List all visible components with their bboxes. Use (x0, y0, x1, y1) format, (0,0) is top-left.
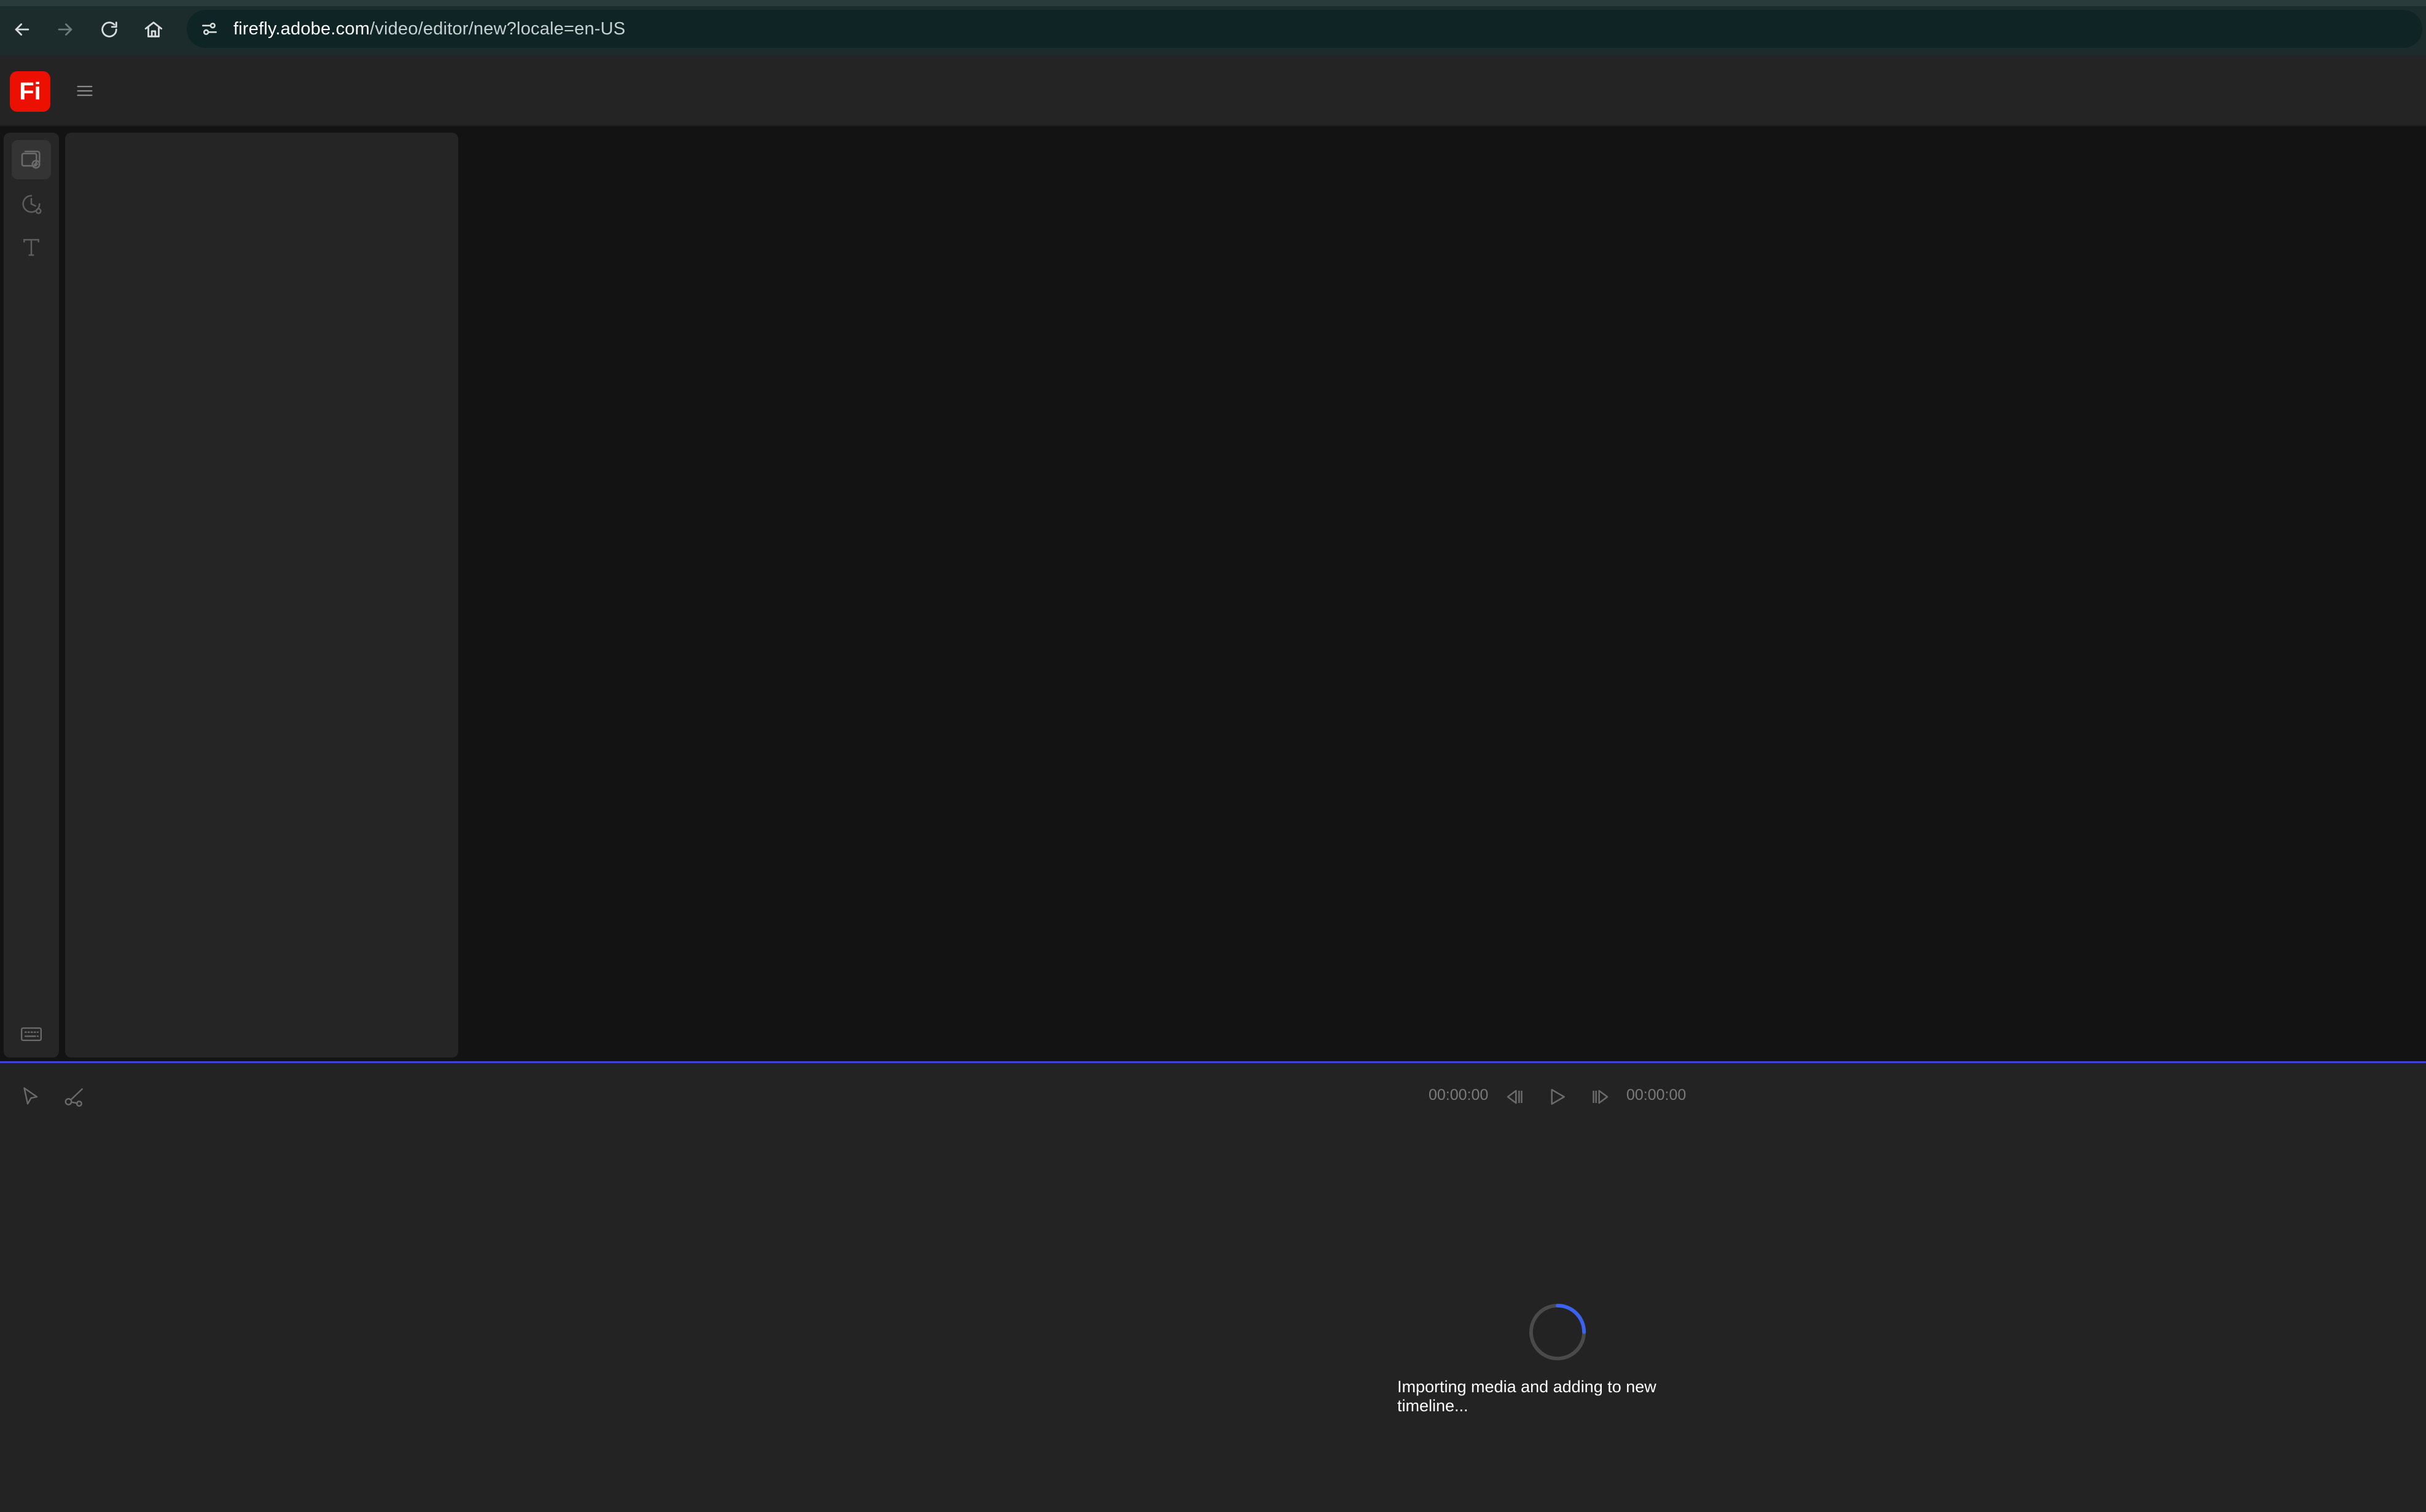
rail-recent-button[interactable] (12, 184, 51, 224)
select-tool-button[interactable] (15, 1081, 45, 1112)
rail-text-button[interactable] (12, 227, 51, 267)
menu-button[interactable] (72, 79, 97, 103)
loading-message: Importing media and adding to new timeli… (1397, 1378, 1656, 1415)
media-icon (21, 150, 41, 169)
recent-icon (22, 195, 42, 214)
step-back-icon (1507, 1089, 1523, 1104)
step-back-button[interactable] (1499, 1081, 1529, 1112)
keyboard-icon (21, 1027, 42, 1042)
hamburger-icon (77, 85, 93, 96)
browser-toolbar: firefly.adobe.com/video/editor/new?local… (0, 0, 2426, 61)
razor-tool-button[interactable] (59, 1081, 90, 1112)
url-host: firefly.adobe.com (233, 18, 370, 39)
reload-icon (101, 21, 117, 37)
site-info-button[interactable] (190, 10, 228, 48)
razor-icon (64, 1088, 83, 1107)
step-forward-icon (1593, 1089, 1609, 1104)
play-button[interactable] (1542, 1081, 1572, 1112)
spinner-icon (1529, 1303, 1586, 1361)
select-icon (23, 1087, 38, 1105)
url-path: /video/editor/new?locale=en-US (370, 18, 626, 39)
reload-button[interactable] (92, 12, 127, 47)
tune-icon (202, 23, 217, 35)
url-text[interactable]: firefly.adobe.com/video/editor/new?local… (233, 19, 625, 39)
firefly-logo[interactable]: Fi (10, 71, 50, 112)
current-timecode: 00:00:00 (1429, 1086, 1489, 1104)
play-icon (1551, 1089, 1565, 1105)
preview-canvas (464, 127, 2426, 1061)
app-header: Fi (0, 55, 2426, 127)
side-panel (65, 133, 458, 1058)
loading-spinner (1527, 1302, 1588, 1362)
left-rail (4, 133, 59, 1058)
address-bar[interactable]: firefly.adobe.com/video/editor/new?local… (187, 10, 2422, 48)
arrow-left-icon (15, 23, 29, 36)
rail-media-button[interactable] (12, 140, 51, 179)
text-icon (23, 239, 39, 256)
arrow-right-icon (58, 23, 72, 36)
keyboard-shortcuts-button[interactable] (12, 1015, 51, 1054)
total-timecode: 00:00:00 (1626, 1086, 1687, 1104)
timeline-panel: 00:00:00 00:00:00 (0, 1061, 2426, 1512)
step-forward-button[interactable] (1586, 1081, 1617, 1112)
home-button[interactable] (136, 12, 171, 47)
back-button[interactable] (5, 12, 39, 47)
forward-button[interactable] (48, 12, 82, 47)
logo-text: Fi (19, 77, 41, 105)
home-icon (144, 21, 163, 37)
